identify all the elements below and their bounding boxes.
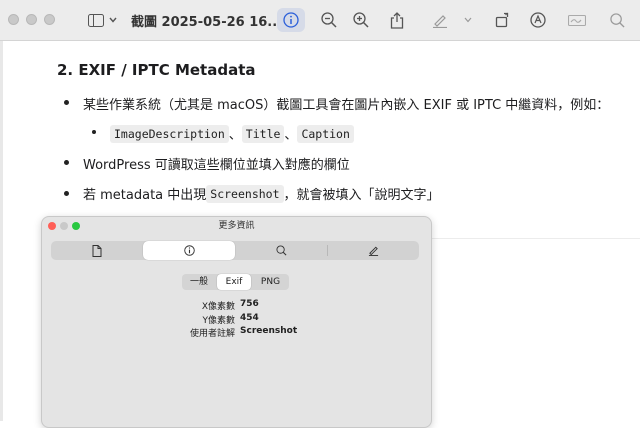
separator: 、 — [228, 128, 242, 143]
sub-bullet-item: ImageDescription 、 Title 、 Caption — [110, 124, 354, 143]
panel-title: 更多資訊 — [218, 221, 255, 231]
row-key: X像素數 — [201, 302, 235, 312]
code-image-description: ImageDescription — [110, 124, 229, 143]
tab-general[interactable]: 一般 — [182, 274, 216, 290]
share-icon[interactable] — [386, 9, 408, 31]
window-toolbar: 截圖 2025-05-26 16... — [0, 0, 640, 41]
search-icon[interactable] — [606, 9, 628, 31]
minimize-window-button[interactable] — [26, 14, 37, 25]
zoom-out-icon[interactable] — [318, 9, 340, 31]
chevron-down-icon[interactable] — [462, 9, 474, 31]
segment-info[interactable] — [143, 241, 235, 260]
row-value: Screenshot — [240, 326, 298, 336]
segment-document[interactable] — [51, 241, 143, 260]
metadata-tabs: 一般 Exif PNG — [182, 274, 289, 290]
metadata-row: X像素數 756 — [42, 299, 431, 312]
bullet-text: 若 metadata 中出現 — [83, 188, 207, 203]
zoom-in-icon[interactable] — [350, 9, 372, 31]
bullet-dot — [64, 100, 69, 105]
markup-icon[interactable] — [527, 9, 549, 31]
bullet-item: 若 metadata 中出現 Screenshot ，就會被填入「說明文字」 — [83, 184, 440, 203]
code-title: Title — [241, 124, 285, 143]
info-icon — [183, 245, 195, 256]
divider — [430, 238, 640, 239]
document-icon — [92, 244, 102, 257]
sub-bullet-dot — [92, 130, 96, 134]
zoom-window-button[interactable] — [44, 14, 55, 25]
search-icon — [275, 245, 286, 256]
bullet-text: ，就會被填入「說明文字」 — [283, 188, 440, 203]
separator: 、 — [284, 128, 298, 143]
metadata-row: Y像素數 454 — [42, 313, 431, 326]
row-value: 756 — [240, 299, 259, 309]
code-screenshot: Screenshot — [206, 184, 284, 203]
code-caption: Caption — [297, 124, 354, 143]
bullet-item: WordPress 可讀取這些欄位並填入對應的欄位 — [83, 158, 350, 173]
row-key: Y像素數 — [202, 316, 236, 326]
highlight-icon[interactable] — [429, 9, 451, 31]
segment-annotate[interactable] — [327, 241, 419, 260]
section-heading: 2. EXIF / IPTC Metadata — [57, 61, 256, 79]
pencil-icon — [368, 246, 378, 256]
info-icon[interactable] — [277, 8, 305, 32]
sidebar-edge — [0, 41, 3, 421]
bullet-item: 某些作業系統（尤其是 macOS）截圖工具會在圖片內嵌入 EXIF 或 IPTC… — [83, 98, 610, 113]
tab-png[interactable]: PNG — [252, 274, 289, 290]
segment-search[interactable] — [235, 241, 327, 260]
document-title: 截圖 2025-05-26 16... — [131, 15, 283, 30]
chevron-down-icon[interactable] — [107, 9, 119, 31]
row-value: 454 — [240, 313, 259, 323]
signature-icon[interactable] — [566, 9, 588, 31]
row-key: 使用者註解 — [189, 329, 235, 339]
tab-exif[interactable]: Exif — [217, 274, 251, 290]
close-window-button[interactable] — [8, 14, 19, 25]
sidebar-icon[interactable] — [86, 9, 106, 31]
rotate-icon[interactable] — [492, 9, 514, 31]
bullet-dot — [64, 160, 69, 165]
bullet-dot — [64, 191, 69, 196]
metadata-row: 使用者註解 Screenshot — [42, 326, 431, 339]
panel-segmented-control — [51, 241, 419, 260]
info-panel: 更多資訊 一般 Exif PNG X像素數 756 Y像素數 454 使用者註解… — [41, 216, 432, 428]
